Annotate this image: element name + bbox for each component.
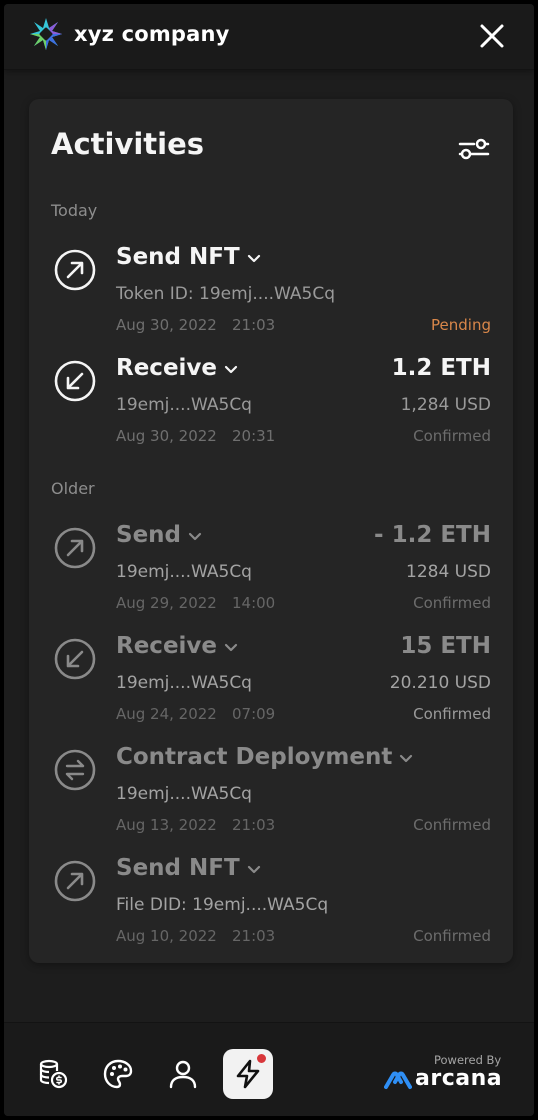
activity-title-text: Send xyxy=(116,522,182,548)
section-label-today: Today xyxy=(51,201,98,220)
send-arrow-icon xyxy=(54,860,96,902)
activity-item[interactable]: Receive 1.2 ETH 19emj....WA5Cq 1,284 USD… xyxy=(29,353,513,453)
chevron-down-icon[interactable] xyxy=(398,750,414,766)
activity-subtitle: 19emj....WA5Cq xyxy=(116,784,252,804)
notification-dot xyxy=(256,1053,267,1064)
nav-coins-button[interactable] xyxy=(28,1049,78,1099)
activities-card: Activities Today Send NFT Token ID: 19em… xyxy=(29,99,513,963)
chevron-down-icon[interactable] xyxy=(223,361,239,377)
palette-icon xyxy=(103,1059,133,1089)
bottom-nav: Powered By arcana xyxy=(4,1022,534,1116)
send-arrow-icon xyxy=(54,249,96,291)
activity-date: Aug 30, 2022 xyxy=(116,316,217,334)
activity-date: Aug 29, 2022 xyxy=(116,594,217,612)
activity-usd: 1,284 USD xyxy=(400,395,491,415)
activity-time: 14:00 xyxy=(232,594,276,612)
profile-icon xyxy=(169,1060,197,1089)
send-arrow-icon xyxy=(54,527,96,569)
activity-subtitle: File DID: 19emj....WA5Cq xyxy=(116,895,329,915)
receive-arrow-icon xyxy=(54,638,96,680)
section-label-older: Older xyxy=(51,479,95,498)
activity-subtitle: 19emj....WA5Cq xyxy=(116,562,252,582)
page-title: Activities xyxy=(51,127,205,161)
arcana-logo-icon xyxy=(384,1071,412,1089)
activity-time: 21:03 xyxy=(232,316,276,334)
nav-activity-button[interactable] xyxy=(223,1049,273,1099)
activity-subtitle: 19emj....WA5Cq xyxy=(116,673,252,693)
nav-profile-button[interactable] xyxy=(158,1049,208,1099)
activity-time: 21:03 xyxy=(232,816,276,834)
activity-usd: 1284 USD xyxy=(406,562,491,582)
activity-amount: 15 ETH xyxy=(400,633,491,659)
header-bar: xyz company xyxy=(4,4,534,70)
swap-arrows-icon xyxy=(54,749,96,791)
activity-title-text: Receive xyxy=(116,633,218,659)
close-icon[interactable] xyxy=(478,22,506,50)
filter-icon[interactable] xyxy=(457,135,491,163)
activity-title: Receive xyxy=(116,633,239,659)
activity-title: Send NFT xyxy=(116,855,262,881)
activity-title: Send NFT xyxy=(116,244,262,270)
company-logo-icon xyxy=(30,18,62,50)
wallet-panel: xyz company Activities Today Send NFT To… xyxy=(4,4,534,1116)
activity-usd: 20.210 USD xyxy=(389,673,491,693)
activity-status: Confirmed xyxy=(413,705,491,723)
activity-title: Contract Deployment xyxy=(116,744,414,770)
activity-title-text: Send NFT xyxy=(116,244,240,270)
arcana-brand: arcana xyxy=(415,1066,503,1091)
activity-date: Aug 10, 2022 xyxy=(116,927,217,945)
activity-title: Receive xyxy=(116,355,239,381)
activity-item[interactable]: Send NFT Token ID: 19emj....WA5Cq Aug 30… xyxy=(29,242,513,342)
activity-item[interactable]: Receive 15 ETH 19emj....WA5Cq 20.210 USD… xyxy=(29,631,513,731)
company-name: xyz company xyxy=(74,22,230,46)
coins-icon xyxy=(39,1059,68,1089)
activity-date: Aug 24, 2022 xyxy=(116,705,217,723)
receive-arrow-icon xyxy=(54,360,96,402)
activity-time: 07:09 xyxy=(232,705,276,723)
activity-date: Aug 13, 2022 xyxy=(116,816,217,834)
chevron-down-icon[interactable] xyxy=(246,250,262,266)
chevron-down-icon[interactable] xyxy=(223,639,239,655)
activity-item[interactable]: Send - 1.2 ETH 19emj....WA5Cq 1284 USD A… xyxy=(29,520,513,620)
activity-date: Aug 30, 2022 xyxy=(116,427,217,445)
activity-subtitle: Token ID: 19emj....WA5Cq xyxy=(116,284,335,304)
activity-status: Confirmed xyxy=(413,816,491,834)
activity-title-text: Receive xyxy=(116,355,218,381)
activity-status: Pending xyxy=(431,316,491,334)
activity-status: Confirmed xyxy=(413,427,491,445)
activity-status: Confirmed xyxy=(413,594,491,612)
activity-title: Send xyxy=(116,522,203,548)
activity-title-text: Contract Deployment xyxy=(116,744,393,770)
activity-title-text: Send NFT xyxy=(116,855,240,881)
chevron-down-icon[interactable] xyxy=(246,861,262,877)
activity-subtitle: 19emj....WA5Cq xyxy=(116,395,252,415)
activity-time: 21:03 xyxy=(232,927,276,945)
activity-item[interactable]: Send NFT File DID: 19emj....WA5Cq Aug 10… xyxy=(29,853,513,953)
powered-by-label: Powered By xyxy=(434,1053,502,1067)
chevron-down-icon[interactable] xyxy=(187,528,203,544)
nav-palette-button[interactable] xyxy=(93,1049,143,1099)
activity-amount: - 1.2 ETH xyxy=(374,522,491,548)
activity-item[interactable]: Contract Deployment 19emj....WA5Cq Aug 1… xyxy=(29,742,513,842)
activity-status: Confirmed xyxy=(413,927,491,945)
activity-time: 20:31 xyxy=(232,427,276,445)
activity-amount: 1.2 ETH xyxy=(391,355,491,381)
